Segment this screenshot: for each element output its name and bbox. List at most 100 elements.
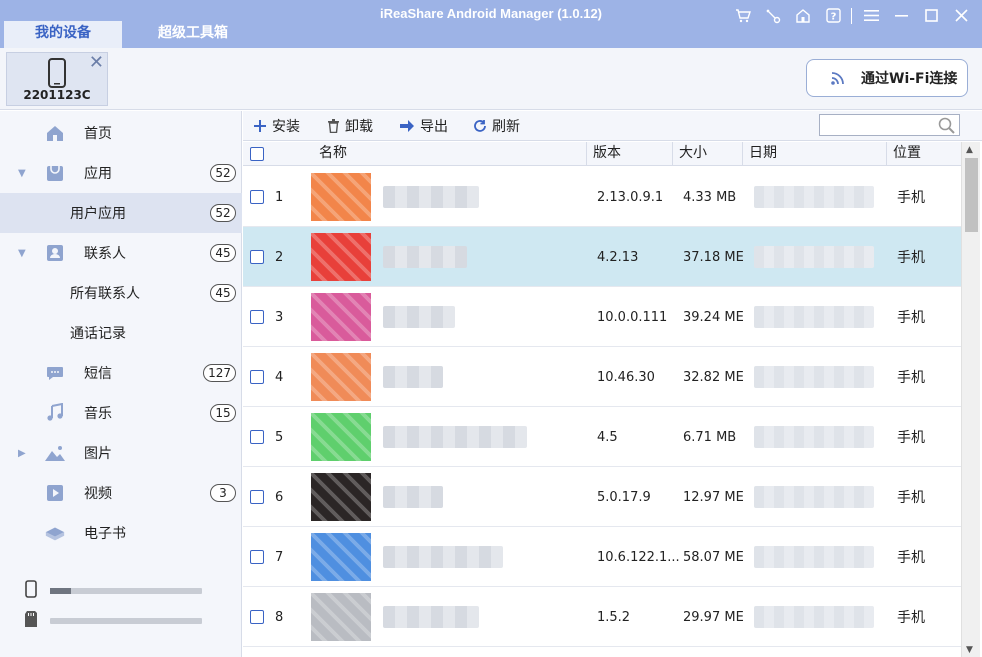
app-location: 手机 [897,610,925,626]
sidebar-item-label: 短信 [84,366,112,382]
row-checkbox[interactable] [250,287,264,347]
sidebar-item-label: 联系人 [84,246,126,262]
contacts-icon [44,242,66,264]
wifi-connect-button[interactable]: 通过Wi-Fi连接 [806,59,968,97]
app-size: 29.97 ME [683,609,744,625]
sidebar-item-music[interactable]: 音乐 15 [0,393,242,433]
maximize-icon[interactable] [916,4,946,26]
search-box[interactable] [819,114,960,136]
row-checkbox[interactable] [250,347,264,407]
app-size: 12.97 ME [683,489,744,505]
app-location: 手机 [897,370,925,386]
count-badge: 3 [210,484,236,502]
col-date[interactable]: 日期 [742,142,777,166]
tab-super-toolbox[interactable]: 超级工具箱 [130,21,256,48]
minimize-icon[interactable] [886,4,916,26]
app-date-redacted [754,306,874,328]
table-row[interactable]: 4 10.46.30 32.82 ME 手机 [243,347,961,407]
count-badge: 52 [210,204,236,222]
col-size[interactable]: 大小 [672,142,707,166]
app-icon-thumbnail [311,173,371,221]
table-row[interactable]: 7 10.6.122.1... 58.07 ME 手机 [243,527,961,587]
app-icon-thumbnail [311,353,371,401]
menu-icon[interactable] [856,4,886,26]
app-icon-thumbnail [311,413,371,461]
table-row[interactable]: 3 10.0.0.111 39.24 ME 手机 [243,287,961,347]
table-row[interactable]: 2 4.2.13 37.18 ME 手机 [243,227,961,287]
app-version: 1.5.2 [597,609,631,625]
sidebar-item-label: 应用 [84,166,112,182]
app-name-redacted [383,306,455,328]
count-badge: 127 [203,364,236,382]
sidebar-item-home[interactable]: 首页 [0,113,242,153]
sidebar-item-call-logs[interactable]: 通话记录 [0,313,242,353]
sidebar-item-videos[interactable]: 视频 3 [0,473,242,513]
scroll-up-icon[interactable]: ▲ [966,145,973,155]
image-icon [44,442,66,464]
sidebar-item-ebooks[interactable]: 电子书 [0,513,242,553]
uninstall-label: 卸载 [345,119,373,135]
device-close-icon[interactable]: ✕ [89,54,104,72]
arrow-right-icon [399,119,415,133]
row-checkbox[interactable] [250,587,264,647]
table-row[interactable]: 1 2.13.0.9.1 4.33 MB 手机 [243,167,961,227]
table-row[interactable]: 6 5.0.17.9 12.97 ME 手机 [243,467,961,527]
device-card[interactable]: ✕ 2201123C [6,52,108,106]
sidebar-item-contacts[interactable]: ▼ 联系人 45 [0,233,242,273]
sidebar-item-user-apps[interactable]: 用户应用 52 [0,193,242,233]
cart-icon[interactable] [728,4,758,26]
scrollbar[interactable]: ▲ ▼ [961,142,980,657]
close-icon[interactable] [946,4,976,26]
caret-down-icon[interactable]: ▼ [18,248,28,259]
sidebar-item-label: 所有联系人 [70,286,140,302]
wifi-icon [829,69,847,87]
home-icon[interactable] [788,4,818,26]
key-icon[interactable] [758,4,788,26]
uninstall-button[interactable]: 卸载 [327,116,373,136]
app-name-redacted [383,186,479,208]
app-name-redacted [383,486,443,508]
tab-my-device[interactable]: 我的设备 [4,21,122,48]
col-name[interactable]: 名称 [313,142,347,166]
search-icon[interactable] [937,116,957,138]
sd-storage [24,611,214,631]
app-date-redacted [754,186,874,208]
table-row[interactable]: 5 4.5 6.71 MB 手机 [243,407,961,467]
app-version: 10.6.122.1... [597,549,680,565]
sidebar-item-sms[interactable]: 短信 127 [0,353,242,393]
select-all-checkbox[interactable] [250,147,264,161]
col-location[interactable]: 位置 [886,142,921,166]
caret-down-icon[interactable]: ▼ [18,168,28,179]
app-icon-thumbnail [311,293,371,341]
video-icon [44,482,66,504]
app-location: 手机 [897,550,925,566]
row-checkbox[interactable] [250,167,264,227]
row-checkbox[interactable] [250,467,264,527]
sidebar-item-label: 首页 [84,126,112,142]
help-icon[interactable]: ? [818,4,848,26]
sidebar-item-apps[interactable]: ▼ 应用 52 [0,153,242,193]
row-checkbox[interactable] [250,227,264,287]
app-version: 4.2.13 [597,249,639,265]
app-date-redacted [754,606,874,628]
export-button[interactable]: 导出 [399,116,448,136]
row-checkbox[interactable] [250,527,264,587]
row-checkbox[interactable] [250,407,264,467]
app-size: 37.18 ME [683,249,744,265]
app-size: 39.24 ME [683,309,744,325]
search-input[interactable] [820,115,935,135]
scroll-down-icon[interactable]: ▼ [966,645,973,655]
app-icon-thumbnail [311,473,371,521]
app-size: 32.82 ME [683,369,744,385]
install-button[interactable]: 安装 [253,116,300,136]
sidebar-item-all-contacts[interactable]: 所有联系人 45 [0,273,242,313]
sidebar-item-label: 图片 [84,446,112,462]
scroll-thumb[interactable] [965,158,978,232]
phone-storage-fill [50,588,72,594]
caret-right-icon[interactable]: ▶ [18,448,28,459]
table-row[interactable]: 8 1.5.2 29.97 ME 手机 [243,587,961,647]
sidebar-item-photos[interactable]: ▶ 图片 [0,433,242,473]
refresh-button[interactable]: 刷新 [473,116,520,136]
sidebar-item-label: 视频 [84,486,112,502]
col-version[interactable]: 版本 [586,142,621,166]
